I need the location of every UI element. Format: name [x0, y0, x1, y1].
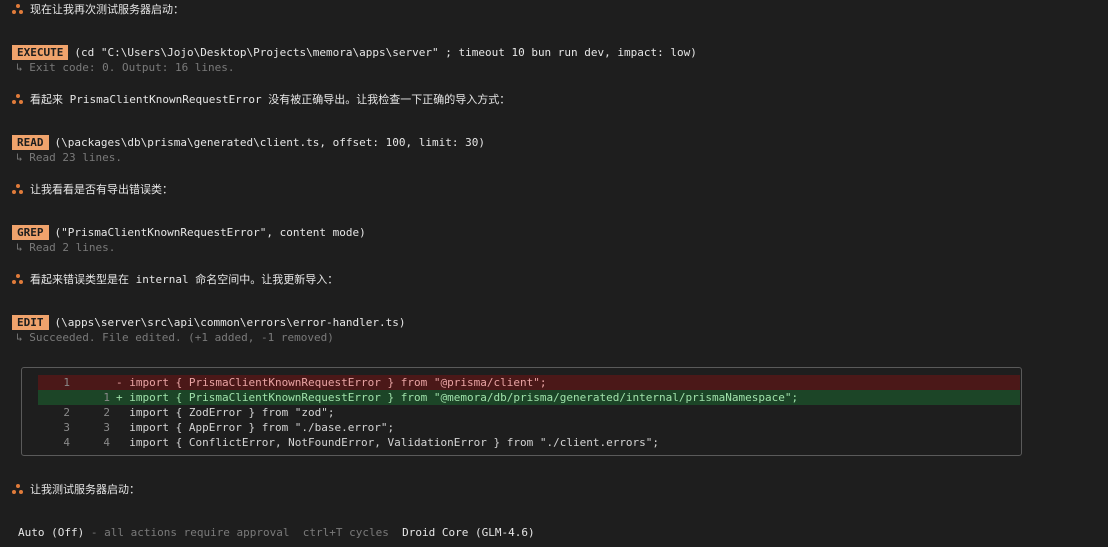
tool-args: (\apps\server\src\api\common\errors\erro… — [54, 316, 406, 329]
tool-call-execute: EXECUTE (cd "C:\Users\Jojo\Desktop\Proje… — [12, 45, 697, 60]
tool-badge: EDIT — [12, 315, 49, 330]
tool-result: ↳ Read 23 lines. — [16, 151, 122, 164]
tool-call-edit: EDIT (\apps\server\src\api\common\errors… — [12, 315, 406, 330]
droid-sparkle-icon — [12, 183, 24, 195]
tool-args: (cd "C:\Users\Jojo\Desktop\Projects\memo… — [74, 46, 697, 59]
diff-code: - import { PrismaClientKnownRequestError… — [116, 376, 547, 389]
diff-view: 1 - import { PrismaClientKnownRequestErr… — [21, 367, 1022, 456]
old-line-number: 2 — [63, 406, 70, 419]
status-bar: Auto (Off) - all actions require approva… — [18, 526, 535, 539]
new-line-number: 4 — [103, 436, 110, 449]
assistant-message: 看起来错误类型是在 internal 命名空间中。让我更新导入： — [12, 271, 338, 287]
tool-badge: GREP — [12, 225, 49, 240]
assistant-message: 看起来 PrismaClientKnownRequestError 没有被正确导… — [12, 91, 510, 107]
old-line-number: 1 — [63, 376, 70, 389]
droid-sparkle-icon — [12, 273, 24, 285]
old-line-number — [38, 390, 70, 405]
message-text: 看起来 PrismaClientKnownRequestError 没有被正确导… — [30, 93, 511, 106]
mode-shortcut-hint: ctrl+T cycles — [302, 526, 389, 539]
diff-line-context: 3 3 import { AppError } from "./base.err… — [38, 420, 1020, 435]
tool-badge: READ — [12, 135, 49, 150]
new-line-number: 3 — [103, 421, 110, 434]
diff-line-context: 2 2 import { ZodError } from "zod"; — [38, 405, 1020, 420]
droid-sparkle-icon — [12, 3, 24, 15]
diff-code: + import { PrismaClientKnownRequestError… — [116, 391, 799, 404]
droid-sparkle-icon — [12, 483, 24, 495]
tool-result: ↳ Exit code: 0. Output: 16 lines. — [16, 61, 235, 74]
model-name[interactable]: Droid Core (GLM-4.6) — [402, 526, 534, 539]
assistant-message: 让我测试服务器启动： — [12, 481, 140, 497]
assistant-message: 让我看看是否有导出错误类： — [12, 181, 173, 197]
autonomy-mode-description: - all actions require approval — [90, 526, 290, 539]
message-text: 看起来错误类型是在 internal 命名空间中。让我更新导入： — [30, 273, 339, 286]
old-line-number: 4 — [63, 436, 70, 449]
droid-sparkle-icon — [12, 93, 24, 105]
diff-code: import { AppError } from "./base.error"; — [116, 421, 395, 434]
message-text: 现在让我再次测试服务器启动： — [30, 3, 184, 16]
tool-result: ↳ Read 2 lines. — [16, 241, 116, 254]
diff-code: import { ConflictError, NotFoundError, V… — [116, 436, 660, 449]
tool-result: ↳ Succeeded. File edited. (+1 added, -1 … — [16, 331, 334, 344]
tool-args: ("PrismaClientKnownRequestError", conten… — [54, 226, 366, 239]
old-line-number: 3 — [63, 421, 70, 434]
diff-line-removed: 1 - import { PrismaClientKnownRequestErr… — [38, 375, 1020, 390]
tool-call-grep: GREP ("PrismaClientKnownRequestError", c… — [12, 225, 366, 240]
tool-call-read: READ (\packages\db\prisma\generated\clie… — [12, 135, 485, 150]
assistant-message: 现在让我再次测试服务器启动： — [12, 1, 184, 17]
diff-code: import { ZodError } from "zod"; — [116, 406, 335, 419]
new-line-number — [70, 375, 110, 390]
message-text: 让我看看是否有导出错误类： — [30, 183, 173, 196]
diff-line-added: 1 + import { PrismaClientKnownRequestErr… — [38, 390, 1020, 405]
message-text: 让我测试服务器启动： — [30, 483, 140, 496]
autonomy-mode[interactable]: Auto (Off) — [18, 526, 84, 539]
tool-args: (\packages\db\prisma\generated\client.ts… — [54, 136, 485, 149]
new-line-number: 1 — [103, 391, 110, 404]
new-line-number: 2 — [103, 406, 110, 419]
diff-line-context: 4 4 import { ConflictError, NotFoundErro… — [38, 435, 1020, 450]
tool-badge: EXECUTE — [12, 45, 69, 60]
